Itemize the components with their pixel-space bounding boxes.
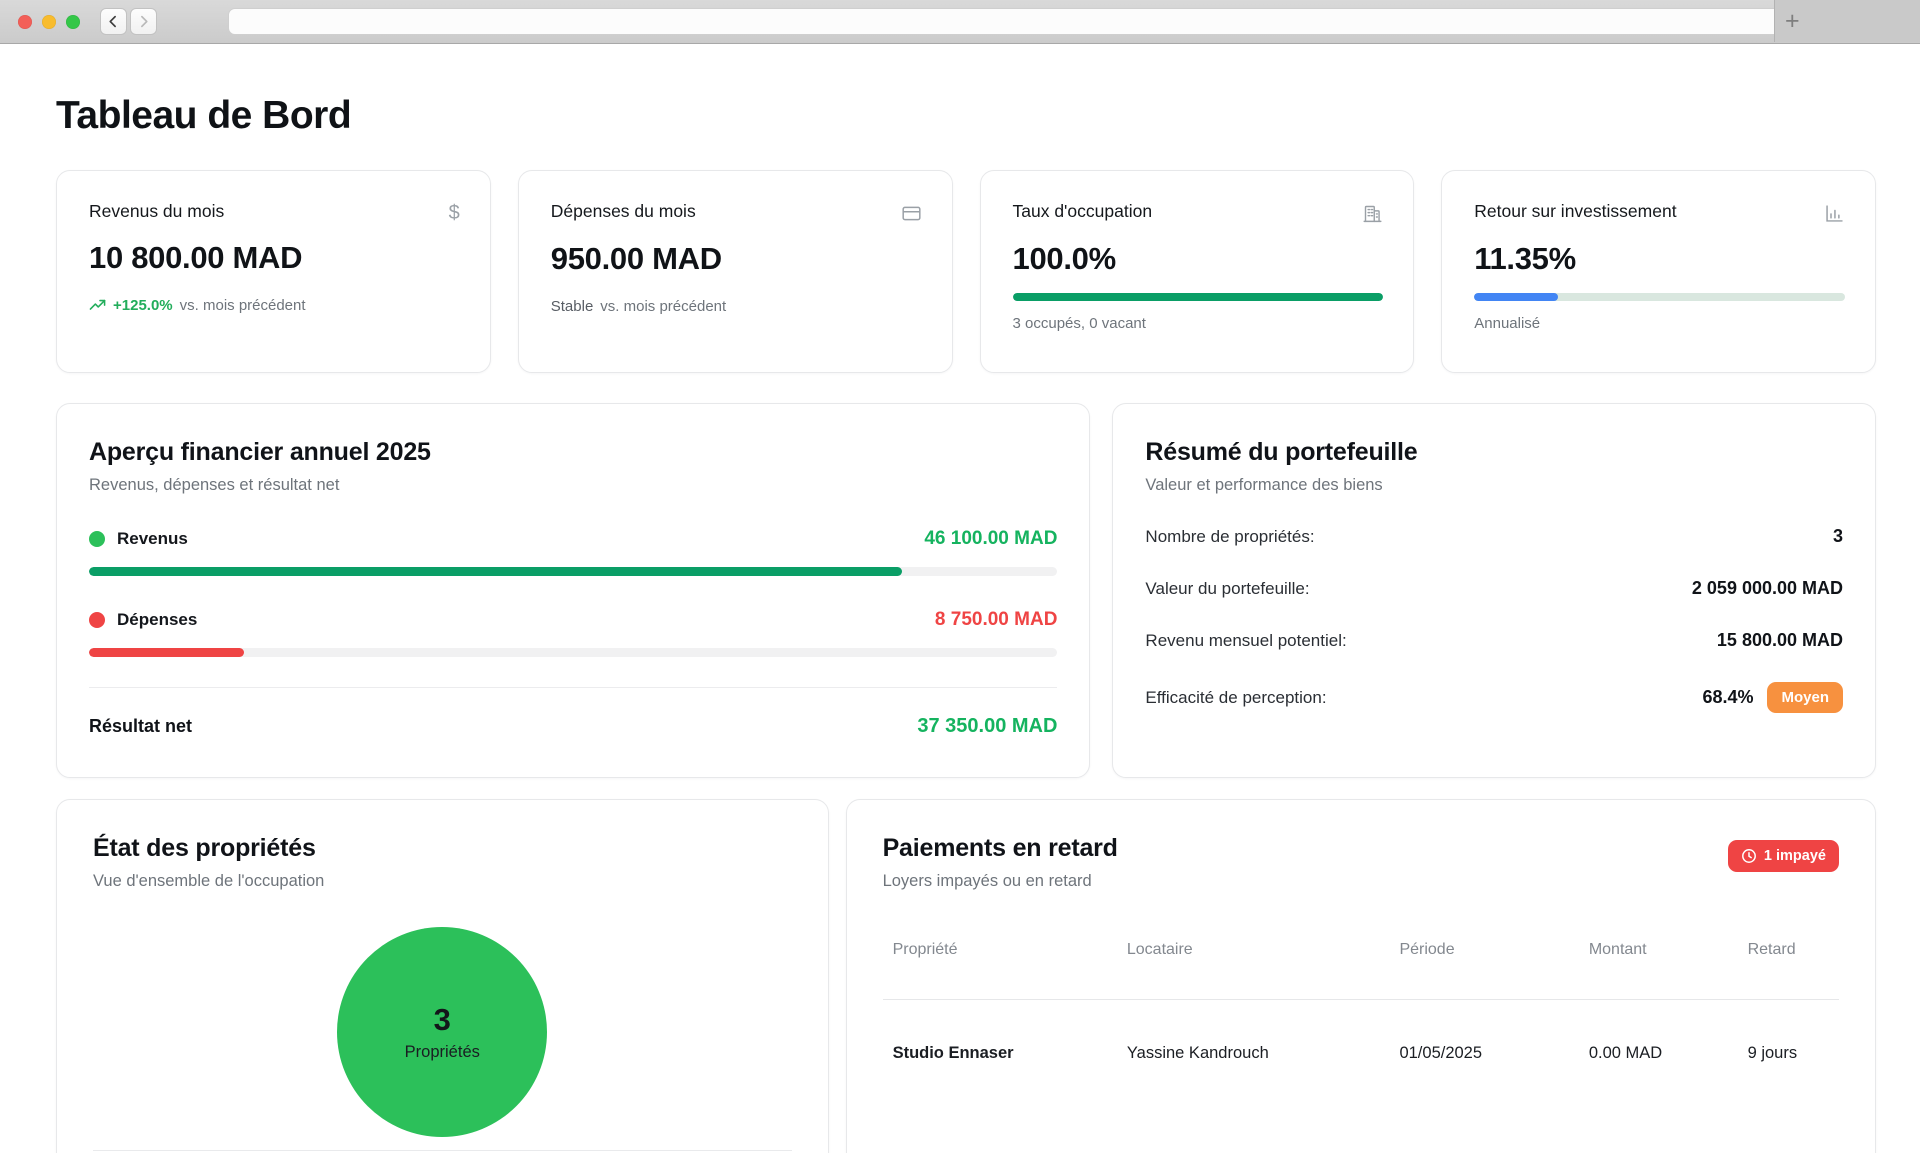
property-count-label: Propriétés: [405, 1043, 480, 1062]
stat-label: Retour sur investissement: [1474, 201, 1676, 222]
table-row[interactable]: Studio Ennaser Yassine Kandrouch 01/05/2…: [883, 1000, 1839, 1064]
property-count: 3: [434, 1002, 451, 1038]
stat-card-occupation: Taux d'occupation 100.0% 3 occupés, 0 va…: [980, 170, 1415, 373]
cell-tenant: Yassine Kandrouch: [1117, 1000, 1390, 1064]
stat-card-depenses: Dépenses du mois 950.00 MAD Stable vs. m…: [518, 170, 953, 373]
trending-up-icon: [89, 297, 106, 314]
dashboard-page: Tableau de Bord Revenus du mois $ 10 800…: [0, 94, 1920, 1153]
stat-label: Dépenses du mois: [551, 201, 696, 222]
tab-strip: +: [1774, 0, 1920, 42]
card-subtitle: Valeur et performance des biens: [1145, 476, 1843, 495]
occupation-progress-bar: [1013, 293, 1384, 301]
page-title: Tableau de Bord: [56, 94, 1876, 138]
stat-value: 950.00 MAD: [551, 241, 922, 277]
unpaid-badge: 1 impayé: [1728, 840, 1839, 872]
column-header: Montant: [1579, 941, 1738, 1000]
cell-period: 01/05/2025: [1389, 1000, 1578, 1064]
portfolio-row: Efficacité de perception: 68.4% Moyen: [1145, 682, 1843, 713]
chevron-left-icon: [107, 15, 120, 28]
chevron-right-icon: [137, 15, 150, 28]
property-status-card: État des propriétés Vue d'ensemble de l'…: [56, 799, 829, 1153]
card-subtitle: Revenus, dépenses et résultat net: [89, 476, 1057, 495]
card-title: Paiements en retard: [883, 834, 1118, 863]
building-icon: [1362, 203, 1383, 224]
column-header: Période: [1389, 941, 1578, 1000]
stat-value: 10 800.00 MAD: [89, 240, 460, 276]
cell-amount: 0.00 MAD: [1579, 1000, 1738, 1064]
card-title: Aperçu financier annuel 2025: [89, 438, 1057, 467]
portfolio-summary-card: Résumé du portefeuille Valeur et perform…: [1112, 403, 1876, 778]
bar-chart-icon: [1824, 203, 1845, 224]
efficiency-badge: Moyen: [1767, 682, 1843, 713]
dollar-icon: $: [449, 203, 460, 223]
forward-button[interactable]: [130, 8, 157, 35]
stat-note: Annualisé: [1474, 315, 1845, 332]
stat-label: Revenus du mois: [89, 201, 224, 222]
new-tab-button[interactable]: +: [1785, 9, 1800, 34]
late-payments-table: Propriété Locataire Période Montant Reta…: [883, 941, 1839, 1063]
portfolio-row: Revenu mensuel potentiel: 15 800.00 MAD: [1145, 630, 1843, 651]
revenus-legend-dot: [89, 531, 105, 547]
efficiency-value: 68.4%: [1702, 687, 1753, 708]
revenus-label: Revenus: [117, 529, 188, 549]
browser-chrome: ↻ +: [0, 0, 1920, 44]
depenses-value: 8 750.00 MAD: [935, 609, 1058, 631]
revenus-value: 46 100.00 MAD: [924, 528, 1057, 550]
clock-icon: [1741, 848, 1757, 864]
cell-property: Studio Ennaser: [883, 1000, 1117, 1064]
net-value: 37 350.00 MAD: [917, 715, 1057, 738]
stat-value: 11.35%: [1474, 241, 1845, 277]
depenses-label: Dépenses: [117, 610, 197, 630]
depenses-progress-bar: [89, 648, 1057, 657]
window-controls: [0, 15, 80, 29]
stat-cards-row: Revenus du mois $ 10 800.00 MAD +125.0% …: [56, 170, 1876, 373]
url-bar[interactable]: ↻: [228, 8, 1870, 35]
column-header: Retard: [1738, 941, 1839, 1000]
back-button[interactable]: [100, 8, 127, 35]
cell-delay: 9 jours: [1738, 1000, 1839, 1064]
column-header: Propriété: [883, 941, 1117, 1000]
column-header: Locataire: [1117, 941, 1390, 1000]
fullscreen-window-button[interactable]: [66, 15, 80, 29]
trend-value: +125.0%: [113, 297, 173, 314]
roi-progress-bar: [1474, 293, 1845, 301]
card-subtitle: Loyers impayés ou en retard: [883, 872, 1118, 891]
minimize-window-button[interactable]: [42, 15, 56, 29]
stat-card-roi: Retour sur investissement 11.35% Annuali…: [1441, 170, 1876, 373]
trend-note: vs. mois précédent: [600, 298, 726, 315]
trend-note: vs. mois précédent: [180, 297, 306, 314]
stat-note: 3 occupés, 0 vacant: [1013, 315, 1384, 332]
portfolio-row: Nombre de propriétés: 3: [1145, 526, 1843, 547]
trend-value: Stable: [551, 298, 594, 315]
card-title: État des propriétés: [93, 834, 792, 863]
net-label: Résultat net: [89, 716, 192, 737]
close-window-button[interactable]: [18, 15, 32, 29]
stat-value: 100.0%: [1013, 241, 1384, 277]
occupancy-circle-chart: 3 Propriétés: [337, 927, 547, 1137]
stat-label: Taux d'occupation: [1013, 201, 1153, 222]
divider: [93, 1150, 792, 1151]
revenus-progress-bar: [89, 567, 1057, 576]
card-subtitle: Vue d'ensemble de l'occupation: [93, 872, 792, 891]
depenses-legend-dot: [89, 612, 105, 628]
financial-overview-card: Aperçu financier annuel 2025 Revenus, dé…: [56, 403, 1090, 778]
card-title: Résumé du portefeuille: [1145, 438, 1843, 467]
stat-card-revenus: Revenus du mois $ 10 800.00 MAD +125.0% …: [56, 170, 491, 373]
credit-card-icon: [901, 203, 922, 224]
portfolio-row: Valeur du portefeuille: 2 059 000.00 MAD: [1145, 578, 1843, 599]
late-payments-card: Paiements en retard Loyers impayés ou en…: [846, 799, 1876, 1153]
